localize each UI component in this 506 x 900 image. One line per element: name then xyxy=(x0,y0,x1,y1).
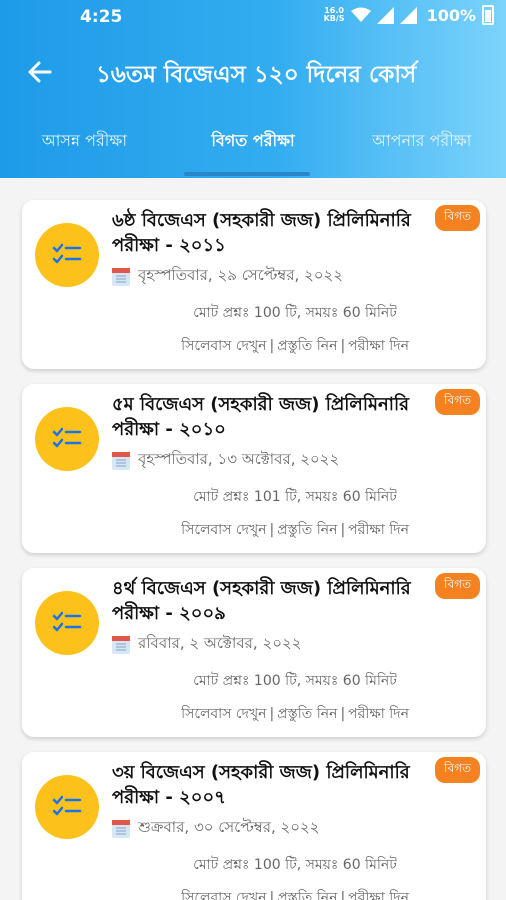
exam-date-row: রবিবার, ২ অক্টোবর, ২০২২ xyxy=(112,632,301,657)
exam-icon-circle xyxy=(35,591,99,655)
separator: | xyxy=(340,338,346,354)
wifi-icon xyxy=(350,7,371,22)
signal-icon xyxy=(376,6,394,24)
separator: | xyxy=(269,338,275,354)
exam-card[interactable]: বিগত ৫ম বিজেএস (সহকারী জজ) প্রিলিমিনারি … xyxy=(22,384,486,553)
prepare-link[interactable]: প্রস্তুতি নিন xyxy=(277,706,337,722)
exam-card[interactable]: বিগত ৬ষ্ঠ বিজেএস (সহকারী জজ) প্রিলিমিনার… xyxy=(22,200,486,369)
status-badge: বিগত xyxy=(435,389,480,415)
take-exam-link[interactable]: পরীক্ষা দিন xyxy=(348,706,409,722)
separator: | xyxy=(269,706,275,722)
separator: | xyxy=(340,706,346,722)
signal-secondary-icon xyxy=(399,6,417,24)
separator: | xyxy=(269,522,275,538)
exam-date-row: শুক্রবার, ৩০ সেপ্টেম্বর, ২০২২ xyxy=(112,816,320,841)
checklist-icon xyxy=(52,611,82,632)
status-time: 4:25 xyxy=(80,7,123,27)
active-tab-indicator xyxy=(184,172,310,176)
exam-icon-circle xyxy=(35,775,99,839)
exam-meta: মোট প্রশ্নঃ 101 টি, সময়ঃ 60 মিনিট xyxy=(193,489,397,505)
take-exam-link[interactable]: পরীক্ষা দিন xyxy=(348,338,409,354)
network-speed: 16.0 KB/S xyxy=(324,7,345,23)
checklist-icon xyxy=(52,795,82,816)
take-exam-link[interactable]: পরীক্ষা দিন xyxy=(348,522,409,538)
exam-meta: মোট প্রশ্নঃ 100 টি, সময়ঃ 60 মিনিট xyxy=(193,305,397,321)
network-speed-unit: KB/S xyxy=(323,14,345,23)
battery-icon xyxy=(482,5,494,25)
tab-your-exams[interactable]: আপনার পরীক্ষা xyxy=(337,122,506,178)
take-exam-link[interactable]: পরীক্ষা দিন xyxy=(348,890,409,900)
prepare-link[interactable]: প্রস্তুতি নিন xyxy=(277,522,337,538)
view-syllabus-link[interactable]: সিলেবাস দেখুন xyxy=(181,522,266,538)
separator: | xyxy=(340,522,346,538)
exam-meta: মোট প্রশ্নঃ 100 টি, সময়ঃ 60 মিনিট xyxy=(193,857,397,873)
checklist-icon xyxy=(52,427,82,448)
view-syllabus-link[interactable]: সিলেবাস দেখুন xyxy=(181,890,266,900)
exam-meta: মোট প্রশ্নঃ 100 টি, সময়ঃ 60 মিনিট xyxy=(193,673,397,689)
exam-date: রবিবার, ২ অক্টোবর, ২০২২ xyxy=(138,634,302,652)
page-title: ১৬তম বিজেএস ১২০ দিনের কোর্স xyxy=(96,62,417,88)
app-header: 4:25 16.0 KB/S 100% ১৬তম বিজেএস ১২০ দিনে… xyxy=(0,0,506,178)
calendar-icon xyxy=(112,635,130,654)
tab-upcoming-exams[interactable]: আসন্ন পরীক্ষা xyxy=(0,122,169,178)
tab-past-exams[interactable]: বিগত পরীক্ষা xyxy=(169,122,338,178)
separator: | xyxy=(340,890,346,900)
view-syllabus-link[interactable]: সিলেবাস দেখুন xyxy=(181,706,266,722)
calendar-icon xyxy=(112,451,130,470)
exam-date-row: বৃহস্পতিবার, ২৯ সেপ্টেম্বর, ২০২২ xyxy=(112,264,343,289)
exam-icon-circle xyxy=(35,223,99,287)
exam-card[interactable]: বিগত ৩য় বিজেএস (সহকারী জজ) প্রিলিমিনারি… xyxy=(22,752,486,900)
status-badge: বিগত xyxy=(435,757,480,783)
status-badge: বিগত xyxy=(435,205,480,231)
calendar-icon xyxy=(112,819,130,838)
separator: | xyxy=(269,890,275,900)
exam-title: ৩য় বিজেএস (সহকারী জজ) প্রিলিমিনারি পরীক… xyxy=(112,762,410,808)
exam-actions: সিলেবাস দেখুন | প্রস্তুতি নিন | পরীক্ষা দিন xyxy=(112,518,478,542)
exam-date-row: বৃহস্পতিবার, ১৩ অক্টোবর, ২০২২ xyxy=(112,448,339,473)
exam-actions: সিলেবাস দেখুন | প্রস্তুতি নিন | পরীক্ষা দিন xyxy=(112,702,478,726)
exam-actions: সিলেবাস দেখুন | প্রস্তুতি নিন | পরীক্ষা দিন xyxy=(112,886,478,900)
arrow-left-icon xyxy=(28,61,52,83)
back-button[interactable] xyxy=(22,55,56,89)
exam-date: বৃহস্পতিবার, ২৯ সেপ্টেম্বর, ২০২২ xyxy=(138,266,344,284)
tab-bar: আসন্ন পরীক্ষা বিগত পরীক্ষা আপনার পরীক্ষা xyxy=(0,122,506,178)
prepare-link[interactable]: প্রস্তুতি নিন xyxy=(277,338,337,354)
exam-actions: সিলেবাস দেখুন | প্রস্তুতি নিন | পরীক্ষা দিন xyxy=(112,334,478,358)
exam-icon-circle xyxy=(35,407,99,471)
status-icons: 16.0 KB/S 100% xyxy=(324,5,494,25)
exam-title: ৪র্থ বিজেএস (সহকারী জজ) প্রিলিমিনারি পরী… xyxy=(112,578,411,624)
exam-date: বৃহস্পতিবার, ১৩ অক্টোবর, ২০২২ xyxy=(138,450,340,468)
checklist-icon xyxy=(52,243,82,264)
prepare-link[interactable]: প্রস্তুতি নিন xyxy=(277,890,337,900)
exam-date: শুক্রবার, ৩০ সেপ্টেম্বর, ২০২২ xyxy=(138,818,320,836)
exam-card[interactable]: বিগত ৪র্থ বিজেএস (সহকারী জজ) প্রিলিমিনার… xyxy=(22,568,486,737)
view-syllabus-link[interactable]: সিলেবাস দেখুন xyxy=(181,338,266,354)
exam-list: বিগত ৬ষ্ঠ বিজেএস (সহকারী জজ) প্রিলিমিনার… xyxy=(22,200,486,900)
exam-title: ৫ম বিজেএস (সহকারী জজ) প্রিলিমিনারি পরীক্… xyxy=(112,394,410,440)
status-badge: বিগত xyxy=(435,573,480,599)
calendar-icon xyxy=(112,267,130,286)
battery-percent: 100% xyxy=(426,5,476,25)
status-bar: 4:25 16.0 KB/S 100% xyxy=(0,0,506,32)
exam-title: ৬ষ্ঠ বিজেএস (সহকারী জজ) প্রিলিমিনারি পরী… xyxy=(112,210,411,256)
